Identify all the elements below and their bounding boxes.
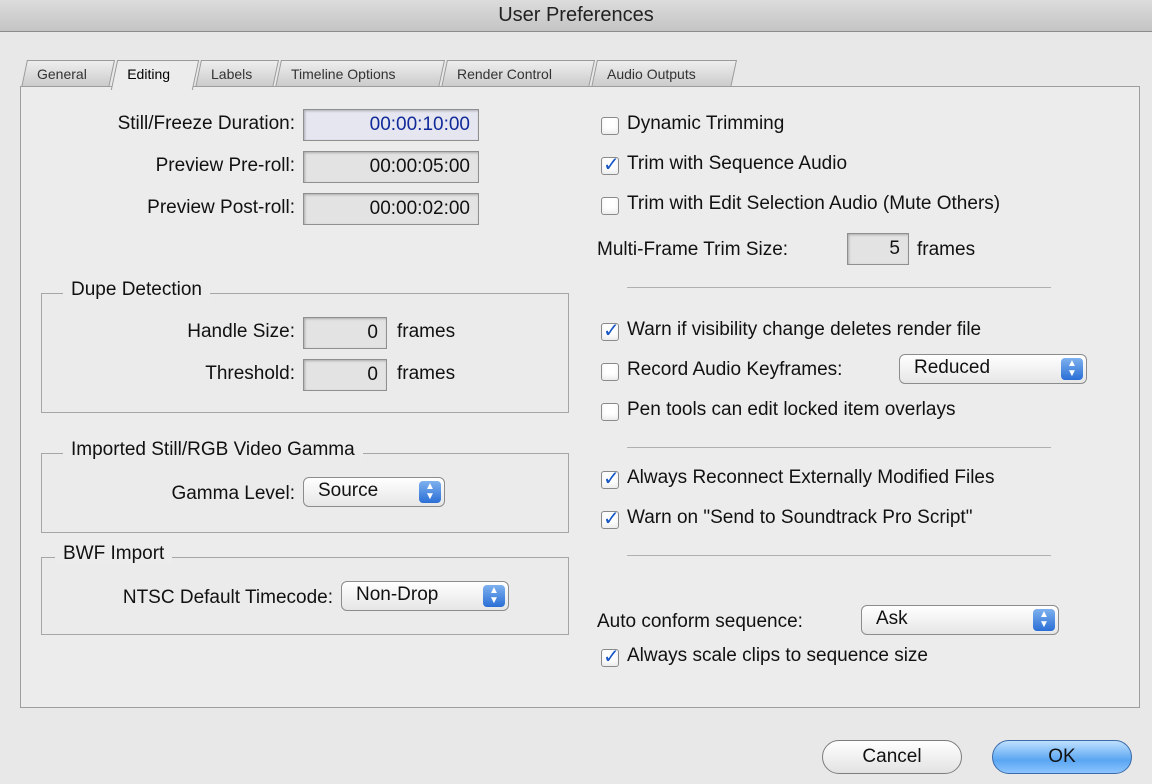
ok-button[interactable]: OK bbox=[992, 740, 1132, 774]
trim-edit-selection-label: Trim with Edit Selection Audio (Mute Oth… bbox=[627, 193, 1001, 214]
always-scale-label: Always scale clips to sequence size bbox=[627, 645, 928, 666]
record-audio-keyframes-popup[interactable]: Reduced ▲ ▼ bbox=[899, 354, 1087, 384]
trim-sequence-audio-label: Trim with Sequence Audio bbox=[627, 153, 848, 174]
dynamic-trimming-checkbox[interactable] bbox=[601, 117, 619, 135]
tab-label: Labels bbox=[211, 66, 253, 82]
checkmark-icon: ✓ bbox=[603, 154, 620, 176]
multiframe-trim-label: Multi-Frame Trim Size: bbox=[597, 239, 789, 260]
separator bbox=[627, 287, 1051, 288]
ntsc-timecode-label: NTSC Default Timecode: bbox=[122, 587, 333, 608]
checkmark-icon: ✓ bbox=[603, 468, 620, 490]
window-title: User Preferences bbox=[498, 4, 654, 26]
preview-postroll-field[interactable]: 00:00:02:00 bbox=[303, 193, 479, 225]
auto-conform-popup[interactable]: Ask ▲ ▼ bbox=[861, 605, 1059, 635]
checkmark-icon: ✓ bbox=[603, 320, 620, 342]
video-gamma-title: Imported Still/RGB Video Gamma bbox=[63, 439, 363, 461]
threshold-field[interactable]: 0 bbox=[303, 359, 387, 391]
record-audio-keyframes-label: Record Audio Keyframes: bbox=[627, 359, 843, 380]
tab-labels[interactable]: Labels bbox=[195, 60, 279, 88]
threshold-unit: frames bbox=[397, 363, 456, 384]
separator bbox=[627, 447, 1051, 448]
separator bbox=[627, 555, 1051, 556]
tab-editing[interactable]: Editing bbox=[110, 60, 200, 90]
warn-visibility-checkbox[interactable]: ✓ bbox=[601, 320, 620, 342]
tab-render-control[interactable]: Render Control bbox=[441, 60, 595, 88]
warn-soundtrack-label: Warn on "Send to Soundtrack Pro Script" bbox=[627, 507, 973, 528]
updown-arrows-icon: ▲ ▼ bbox=[483, 585, 505, 607]
dupe-detection-group bbox=[41, 293, 569, 413]
dupe-detection-title: Dupe Detection bbox=[63, 279, 210, 301]
tab-label: Editing bbox=[127, 66, 171, 82]
updown-arrows-icon: ▲ ▼ bbox=[419, 481, 441, 503]
preview-preroll-label: Preview Pre-roll: bbox=[155, 155, 295, 176]
pen-tools-label: Pen tools can edit locked item overlays bbox=[627, 399, 956, 420]
handle-size-field[interactable]: 0 bbox=[303, 317, 387, 349]
editing-panel: Still/Freeze Duration: 00:00:10:00 Previ… bbox=[20, 86, 1140, 708]
tab-label: Audio Outputs bbox=[607, 66, 696, 82]
updown-arrows-icon: ▲ ▼ bbox=[1061, 358, 1083, 380]
record-audio-keyframes-value: Reduced bbox=[914, 357, 991, 378]
gamma-level-label: Gamma Level: bbox=[171, 483, 295, 504]
auto-conform-label: Auto conform sequence: bbox=[597, 611, 803, 632]
cancel-button[interactable]: Cancel bbox=[822, 740, 962, 774]
pen-tools-checkbox[interactable] bbox=[601, 403, 619, 421]
tab-label: General bbox=[37, 66, 87, 82]
tab-timeline-options[interactable]: Timeline Options bbox=[275, 60, 445, 88]
tab-label: Timeline Options bbox=[291, 66, 396, 82]
gamma-level-popup[interactable]: Source ▲ ▼ bbox=[303, 477, 445, 507]
ntsc-timecode-popup[interactable]: Non-Drop ▲ ▼ bbox=[341, 581, 509, 611]
tab-audio-outputs[interactable]: Audio Outputs bbox=[591, 60, 737, 88]
handle-size-unit: frames bbox=[397, 321, 456, 342]
bwf-import-title: BWF Import bbox=[55, 543, 173, 565]
auto-conform-value: Ask bbox=[876, 608, 908, 629]
multiframe-trim-field[interactable]: 5 bbox=[847, 233, 909, 265]
trim-sequence-audio-checkbox[interactable]: ✓ bbox=[601, 154, 620, 176]
handle-size-label: Handle Size: bbox=[187, 321, 295, 342]
always-reconnect-label: Always Reconnect Externally Modified Fil… bbox=[627, 467, 995, 488]
multiframe-trim-unit: frames bbox=[917, 239, 976, 260]
title-bar: User Preferences bbox=[0, 0, 1152, 32]
trim-edit-selection-checkbox[interactable] bbox=[601, 197, 619, 215]
preview-preroll-field[interactable]: 00:00:05:00 bbox=[303, 151, 479, 183]
tab-general[interactable]: General bbox=[21, 60, 115, 88]
updown-arrows-icon: ▲ ▼ bbox=[1033, 609, 1055, 631]
warn-soundtrack-checkbox[interactable]: ✓ bbox=[601, 508, 620, 530]
checkmark-icon: ✓ bbox=[603, 646, 620, 668]
gamma-level-value: Source bbox=[318, 480, 379, 501]
threshold-label: Threshold: bbox=[205, 363, 295, 384]
always-reconnect-checkbox[interactable]: ✓ bbox=[601, 468, 620, 490]
tab-label: Render Control bbox=[457, 66, 552, 82]
still-freeze-label: Still/Freeze Duration: bbox=[117, 113, 295, 134]
still-freeze-duration-field[interactable]: 00:00:10:00 bbox=[303, 109, 479, 141]
warn-visibility-label: Warn if visibility change deletes render… bbox=[627, 319, 982, 340]
dynamic-trimming-label: Dynamic Trimming bbox=[627, 113, 785, 134]
ntsc-timecode-value: Non-Drop bbox=[356, 584, 439, 605]
record-audio-keyframes-checkbox[interactable] bbox=[601, 363, 619, 381]
checkmark-icon: ✓ bbox=[603, 508, 620, 530]
always-scale-checkbox[interactable]: ✓ bbox=[601, 646, 620, 668]
preview-postroll-label: Preview Post-roll: bbox=[147, 197, 295, 218]
